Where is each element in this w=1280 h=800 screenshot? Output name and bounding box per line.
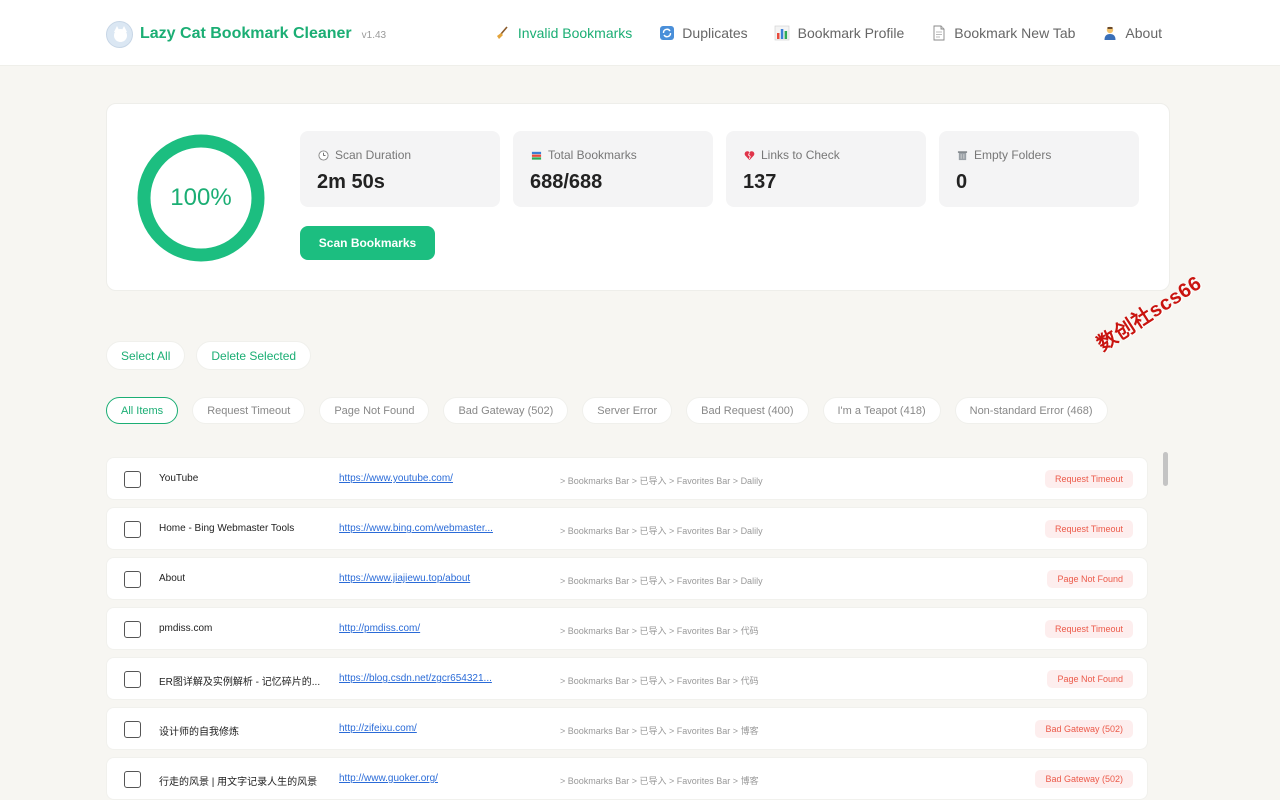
bookmark-title: ER图详解及实例解析 - 记忆碎片的... <box>159 677 321 688</box>
nav-about[interactable]: About <box>1101 22 1162 44</box>
bulk-actions: Select All Delete Selected <box>106 341 322 370</box>
table-row: pmdiss.com http://pmdiss.com/ > Bookmark… <box>106 607 1148 650</box>
bar-chart-icon <box>774 25 791 42</box>
stat-value: 0 <box>956 171 968 193</box>
nav-bookmark-profile[interactable]: Bookmark Profile <box>774 22 905 44</box>
stat-value: 2m 50s <box>317 171 385 193</box>
status-badge: Bad Gateway (502) <box>1035 720 1133 738</box>
row-checkbox[interactable] <box>124 771 141 788</box>
filter-page-not-found[interactable]: Page Not Found <box>319 397 430 424</box>
filter-bad-gateway[interactable]: Bad Gateway (502) <box>443 397 569 424</box>
clock-icon <box>317 149 329 161</box>
row-checkbox[interactable] <box>124 671 141 688</box>
trash-icon <box>956 149 968 161</box>
nav-label: Bookmark New Tab <box>954 25 1076 41</box>
refresh-icon <box>658 25 675 42</box>
stat-value: 688/688 <box>530 171 603 193</box>
row-checkbox[interactable] <box>124 521 141 538</box>
nav-label: Invalid Bookmarks <box>517 25 633 41</box>
broken-heart-icon <box>743 149 755 161</box>
brand-title: Lazy Cat Bookmark Cleaner <box>140 25 352 42</box>
bookmark-title: YouTube <box>159 473 199 484</box>
delete-selected-button[interactable]: Delete Selected <box>196 341 312 370</box>
filter-all-items[interactable]: All Items <box>106 397 179 424</box>
stat-value: 137 <box>743 171 777 193</box>
invalid-bookmark-list: YouTube https://www.youtube.com/ > Bookm… <box>106 457 1148 800</box>
filter-server-error[interactable]: Server Error <box>582 397 673 424</box>
table-row: 行走的风景 | 用文字记录人生的风景 http://www.guoker.org… <box>106 757 1148 800</box>
row-checkbox[interactable] <box>124 621 141 638</box>
filter-bad-request[interactable]: Bad Request (400) <box>686 397 809 424</box>
row-checkbox[interactable] <box>124 471 141 488</box>
bookmark-url[interactable]: http://www.guoker.org/ <box>339 773 438 784</box>
bookmark-path: > Bookmarks Bar > 已导入 > Favorites Bar > … <box>560 776 759 786</box>
row-checkbox[interactable] <box>124 571 141 588</box>
brand[interactable]: Lazy Cat Bookmark Cleaner v1.43 <box>106 20 386 48</box>
nav-duplicates[interactable]: Duplicates <box>658 22 748 44</box>
table-row: ER图详解及实例解析 - 记忆碎片的... https://blog.csdn.… <box>106 657 1148 700</box>
bookmark-title: 设计师的自我修炼 <box>159 727 239 738</box>
bookmark-url[interactable]: http://pmdiss.com/ <box>339 623 420 634</box>
nav-label: Bookmark Profile <box>797 25 905 41</box>
broom-icon <box>494 25 511 42</box>
bookmark-url[interactable]: https://www.jiajiewu.top/about <box>339 573 470 584</box>
stat-label: Scan Duration <box>335 148 412 162</box>
bookmark-url[interactable]: https://www.bing.com/webmaster... <box>339 523 493 534</box>
cat-logo-icon <box>106 20 133 48</box>
scan-bookmarks-button[interactable]: Scan Bookmarks <box>300 226 435 260</box>
stat-label: Total Bookmarks <box>548 148 637 162</box>
page-icon <box>930 25 947 42</box>
table-row: YouTube https://www.youtube.com/ > Bookm… <box>106 457 1148 500</box>
bookmark-title: About <box>159 573 186 584</box>
row-checkbox[interactable] <box>124 721 141 738</box>
scan-summary-card: 100% Scan Duration 2m 50s Total Bookmark… <box>106 103 1170 291</box>
nav-label: About <box>1125 25 1162 41</box>
status-badge: Request Timeout <box>1044 520 1133 538</box>
table-row: Home - Bing Webmaster Tools https://www.… <box>106 507 1148 550</box>
status-badge: Page Not Found <box>1047 570 1133 588</box>
main-nav: Invalid Bookmarks Duplicates Bookmark Pr… <box>468 22 1162 44</box>
filter-request-timeout[interactable]: Request Timeout <box>192 397 306 424</box>
person-icon <box>1101 25 1118 42</box>
books-icon <box>530 149 542 161</box>
status-badge: Request Timeout <box>1044 470 1133 488</box>
bookmark-path: > Bookmarks Bar > 已导入 > Favorites Bar > … <box>560 526 763 536</box>
stat-scan-duration: Scan Duration 2m 50s <box>300 131 500 207</box>
bookmark-path: > Bookmarks Bar > 已导入 > Favorites Bar > … <box>560 626 759 636</box>
bookmark-path: > Bookmarks Bar > 已导入 > Favorites Bar > … <box>560 576 763 586</box>
status-badge: Bad Gateway (502) <box>1035 770 1133 788</box>
status-badge: Request Timeout <box>1044 620 1133 638</box>
stat-links-to-check: Links to Check 137 <box>726 131 926 207</box>
stat-label: Empty Folders <box>974 148 1052 162</box>
status-badge: Page Not Found <box>1047 670 1133 688</box>
table-row: 设计师的自我修炼 http://zifeixu.com/ > Bookmarks… <box>106 707 1148 750</box>
bookmark-title: 行走的风景 | 用文字记录人生的风景 <box>159 777 318 788</box>
list-scrollbar[interactable] <box>1163 452 1168 486</box>
stat-label: Links to Check <box>761 148 840 162</box>
bookmark-url[interactable]: https://blog.csdn.net/zgcr654321... <box>339 673 492 684</box>
nav-label: Duplicates <box>682 25 748 41</box>
bookmark-url[interactable]: http://zifeixu.com/ <box>339 723 417 734</box>
version-label: v1.43 <box>361 29 387 41</box>
progress-percent: 100% <box>170 184 232 211</box>
bookmark-title: pmdiss.com <box>159 623 213 634</box>
bookmark-url[interactable]: https://www.youtube.com/ <box>339 473 453 484</box>
stat-empty-folders: Empty Folders 0 <box>939 131 1139 207</box>
filter-non-standard-error[interactable]: Non-standard Error (468) <box>954 397 1108 424</box>
nav-bookmark-new-tab[interactable]: Bookmark New Tab <box>930 22 1075 44</box>
bookmark-path: > Bookmarks Bar > 已导入 > Favorites Bar > … <box>560 476 763 486</box>
stat-total-bookmarks: Total Bookmarks 688/688 <box>513 131 713 207</box>
bookmark-title: Home - Bing Webmaster Tools <box>159 523 295 534</box>
table-row: About https://www.jiajiewu.top/about > B… <box>106 557 1148 600</box>
bookmark-path: > Bookmarks Bar > 已导入 > Favorites Bar > … <box>560 676 759 686</box>
filter-teapot[interactable]: I'm a Teapot (418) <box>822 397 941 424</box>
bookmark-path: > Bookmarks Bar > 已导入 > Favorites Bar > … <box>560 726 759 736</box>
nav-invalid-bookmarks[interactable]: Invalid Bookmarks <box>494 22 632 44</box>
app-header: Lazy Cat Bookmark Cleaner v1.43 Invalid … <box>0 0 1280 66</box>
status-filters: All Items Request Timeout Page Not Found… <box>106 397 1122 424</box>
select-all-button[interactable]: Select All <box>106 341 186 370</box>
